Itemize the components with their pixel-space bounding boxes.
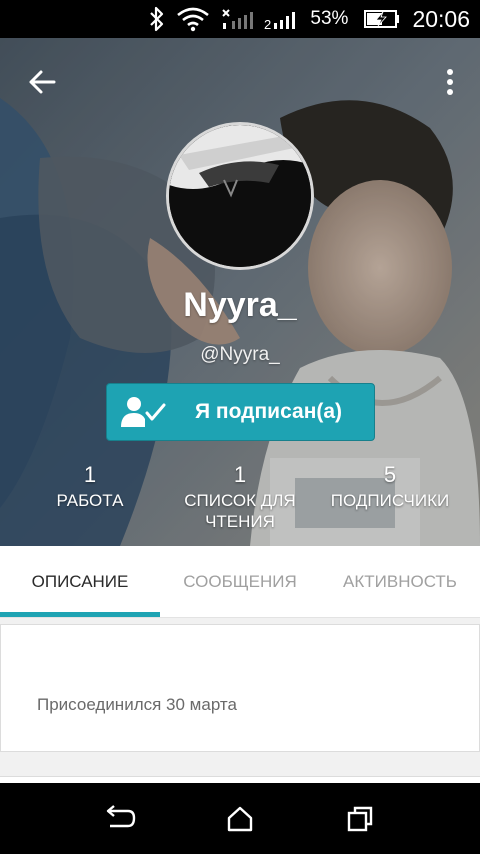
status-bar: 2 53% 20:06 [0,0,480,38]
back-button[interactable] [22,62,62,102]
following-button[interactable]: Я подписан(а) [106,383,375,441]
joined-date: Присоединился 30 марта [37,695,237,714]
home-nav-icon [227,806,253,832]
stat-followers-value: 5 [383,462,397,487]
about-card: Присоединился 30 марта [0,624,480,752]
following-button-label: Я подписан(а) [195,400,343,423]
stat-reading-lists[interactable]: 1 СПИСОК ДЛЯ ЧТЕНИЯ [160,460,320,532]
stat-reading-lists-label: СПИСОК ДЛЯ ЧТЕНИЯ [184,491,296,531]
more-vertical-icon [447,69,453,95]
person-check-icon [107,395,179,429]
bluetooth-icon [148,6,166,32]
stat-works-label: РАБОТА [56,491,124,510]
recents-nav-button[interactable] [330,797,390,841]
stat-works[interactable]: 1 РАБОТА [10,460,170,511]
profile-display-name: Nyyra_ [183,286,297,324]
svg-text:2: 2 [264,17,271,32]
avatar-image [169,125,311,267]
navigation-bar [0,783,480,854]
avatar[interactable] [166,122,314,270]
arrow-left-icon [29,70,56,94]
profile-handle: @Nyyra_ [200,344,280,365]
stat-followers-label: ПОДПИСЧИКИ [330,491,450,510]
recents-nav-icon [347,806,373,832]
tab-activity[interactable]: АКТИВНОСТЬ [320,546,480,618]
battery-percent: 53% [310,8,349,29]
active-tab-indicator [0,612,160,617]
wifi-icon [176,6,210,32]
stat-works-value: 1 [83,462,97,487]
back-nav-button[interactable] [90,797,150,841]
tab-about[interactable]: ОПИСАНИЕ [0,546,160,618]
stat-reading-lists-value: 1 [233,462,247,487]
battery-charging-icon [364,9,400,29]
profile-stats: 1 РАБОТА 1 СПИСОК ДЛЯ ЧТЕНИЯ 5 ПОДПИСЧИК… [0,460,480,540]
back-nav-icon [106,805,136,828]
stat-followers[interactable]: 5 ПОДПИСЧИКИ [310,460,470,511]
more-options-button[interactable] [438,62,462,102]
tab-messages[interactable]: СООБЩЕНИЯ [160,546,320,618]
home-nav-button[interactable] [210,797,270,841]
next-card [0,776,480,783]
clock: 20:06 [412,5,470,32]
signal-icon-2: 2 [264,6,300,32]
profile-tabs: ОПИСАНИЕ СООБЩЕНИЯ АКТИВНОСТЬ [0,546,480,618]
signal-icon-1 [220,6,254,32]
profile-header: Nyyra_ @Nyyra_ Я подписан(а) 1 РАБОТА 1 … [0,38,480,546]
